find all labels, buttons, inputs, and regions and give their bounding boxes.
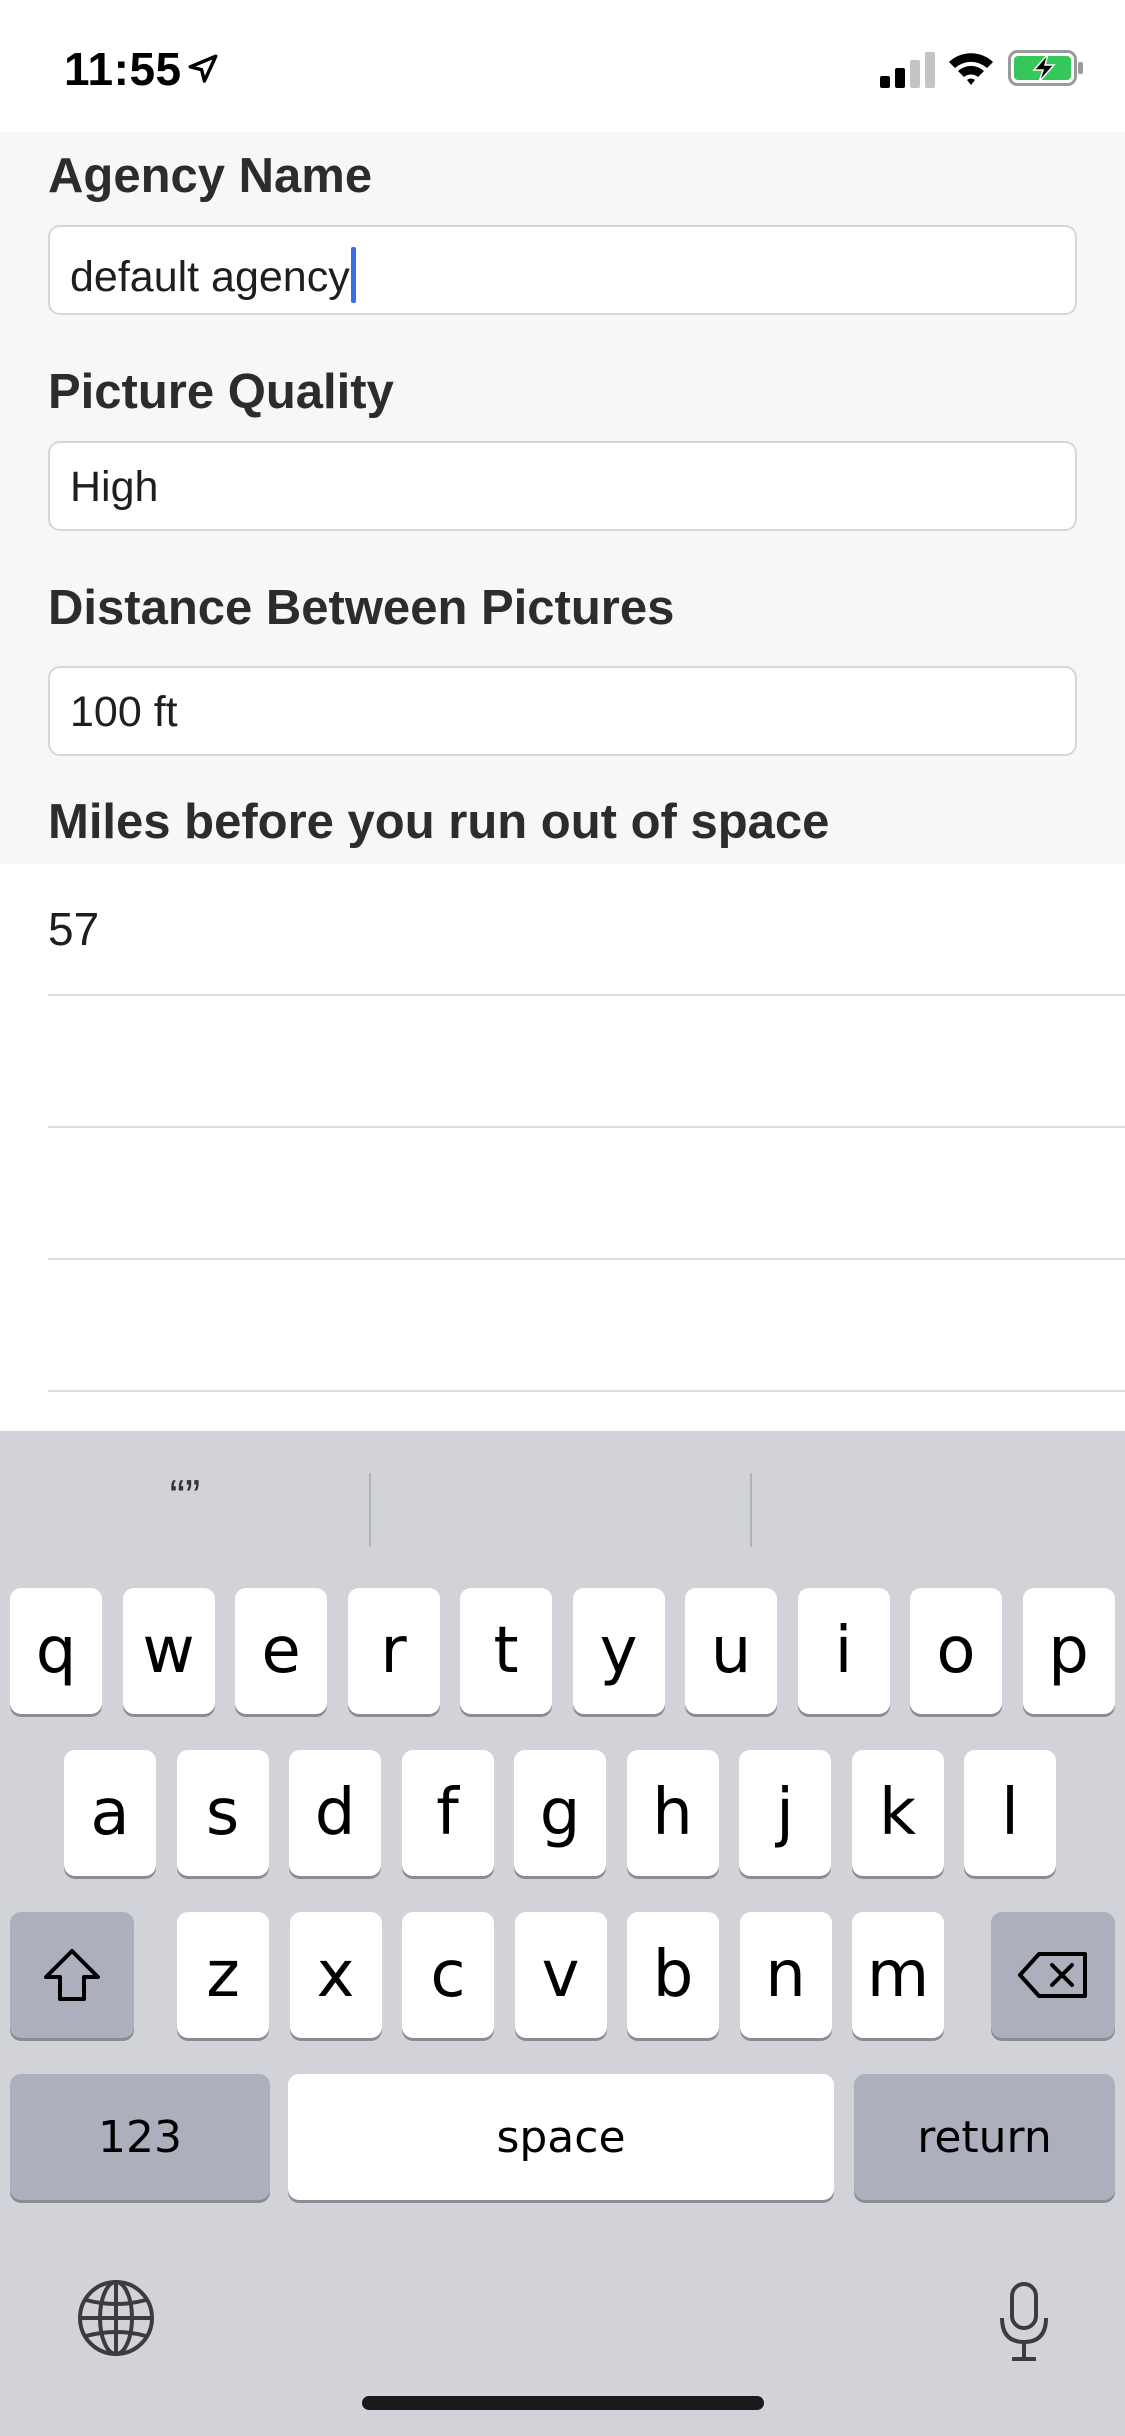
key-z[interactable]: z: [177, 1912, 269, 2038]
key-n[interactable]: n: [739, 1912, 832, 2038]
miles-label: Miles before you run out of space: [48, 795, 830, 849]
key-r[interactable]: r: [347, 1588, 440, 1714]
key-e[interactable]: e: [235, 1588, 327, 1714]
miles-section-header: Miles before you run out of space: [0, 780, 1125, 864]
key-j[interactable]: j: [739, 1750, 831, 1876]
key-u[interactable]: u: [685, 1588, 777, 1714]
key-x[interactable]: x: [289, 1912, 382, 2038]
distance-label: Distance Between Pictures: [48, 581, 675, 635]
key-m[interactable]: m: [852, 1912, 944, 2038]
key-i[interactable]: i: [797, 1588, 890, 1714]
agency-name-section: Agency Name default agency: [0, 132, 1125, 348]
key-t[interactable]: t: [460, 1588, 552, 1714]
backspace-icon: [1018, 1952, 1087, 1998]
agency-name-input[interactable]: default agency: [48, 225, 1077, 315]
distance-value: 100 ft: [70, 688, 178, 736]
numbers-key[interactable]: 123: [10, 2074, 270, 2200]
globe-icon[interactable]: [76, 2278, 156, 2358]
key-f[interactable]: f: [401, 1750, 494, 1876]
row-divider: [48, 1126, 1125, 1128]
wifi-icon: [949, 53, 993, 85]
row-divider: [48, 1390, 1125, 1392]
keyboard: “” qwertyuiop asdfghjkl zxcvbnm 123 spac…: [0, 1431, 1125, 2436]
agency-name-label: Agency Name: [48, 149, 373, 203]
home-indicator[interactable]: [362, 2396, 764, 2410]
key-w[interactable]: w: [122, 1588, 215, 1714]
agency-name-value: default agency: [70, 253, 350, 301]
location-arrow-icon: [188, 54, 218, 83]
key-v[interactable]: v: [514, 1912, 607, 2038]
key-b[interactable]: b: [627, 1912, 719, 2038]
key-a[interactable]: a: [64, 1750, 156, 1876]
prediction-divider: [750, 1473, 752, 1547]
battery-charging-icon: [1008, 50, 1083, 86]
status-time: 11:55: [64, 43, 182, 95]
picture-quality-value: High: [70, 463, 159, 511]
key-c[interactable]: c: [402, 1912, 494, 2038]
prediction-divider: [369, 1473, 371, 1547]
prediction-suggestion[interactable]: “”: [0, 1469, 370, 1523]
picture-quality-section: Picture Quality High: [0, 348, 1125, 564]
space-key[interactable]: space: [288, 2074, 834, 2200]
microphone-icon[interactable]: [994, 2280, 1054, 2364]
row-divider: [48, 994, 1125, 996]
return-key[interactable]: return: [854, 2074, 1115, 2200]
text-cursor: [350, 247, 356, 303]
distance-section: Distance Between Pictures 100 ft: [0, 564, 1125, 780]
key-p[interactable]: p: [1022, 1588, 1115, 1714]
cellular-signal-icon: [880, 52, 935, 88]
status-bar: 11:55: [0, 0, 1125, 132]
picture-quality-input[interactable]: High: [48, 441, 1077, 531]
row-divider: [48, 1258, 1125, 1260]
delete-key[interactable]: [991, 1912, 1115, 2038]
picture-quality-label: Picture Quality: [48, 365, 394, 419]
key-s[interactable]: s: [176, 1750, 269, 1876]
key-o[interactable]: o: [910, 1588, 1002, 1714]
key-k[interactable]: k: [851, 1750, 944, 1876]
key-q[interactable]: q: [10, 1588, 102, 1714]
shift-key[interactable]: [10, 1912, 134, 2038]
distance-input[interactable]: 100 ft: [48, 666, 1077, 756]
key-h[interactable]: h: [626, 1750, 719, 1876]
miles-value: 57: [48, 903, 100, 955]
key-l[interactable]: l: [964, 1750, 1056, 1876]
key-y[interactable]: y: [572, 1588, 665, 1714]
shift-icon: [44, 1949, 100, 2001]
key-g[interactable]: g: [514, 1750, 606, 1876]
key-d[interactable]: d: [289, 1750, 381, 1876]
